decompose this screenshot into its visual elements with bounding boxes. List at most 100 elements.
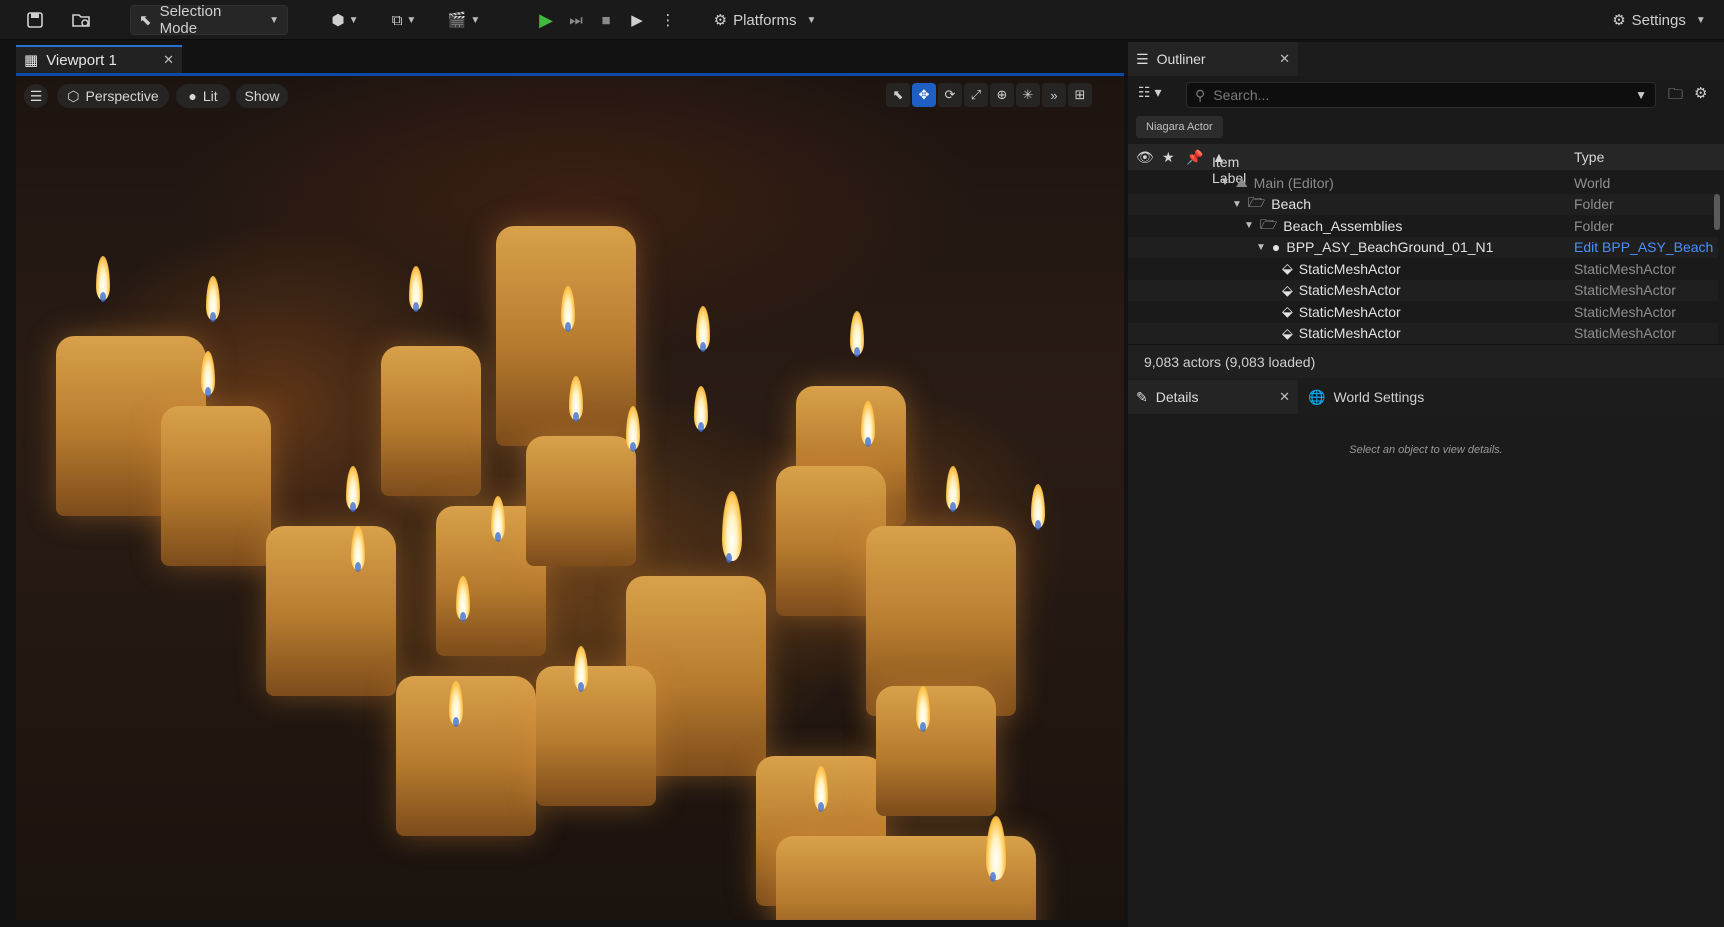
column-item-label[interactable]: Item Label ▲ <box>1212 149 1246 186</box>
more-icon[interactable]: ⋮ <box>660 5 676 35</box>
simulate-icon[interactable]: ▶ <box>622 5 652 35</box>
chevron-down-icon: ▼ <box>806 14 817 26</box>
viewport-icon: ▦ <box>24 52 39 69</box>
perspective-label: Perspective <box>85 88 159 104</box>
cinematics-button[interactable]: 🎬 ▼ <box>444 5 484 35</box>
actor-count-text: 9,083 actors (9,083 loaded) <box>1144 353 1316 370</box>
close-icon[interactable]: ✕ <box>1279 51 1290 67</box>
candle-flame <box>946 466 960 512</box>
row-type: StaticMeshActor <box>1574 325 1676 342</box>
selection-mode-dropdown[interactable]: ⬉ Selection Mode ▼ <box>130 3 288 37</box>
candle-flame <box>626 406 640 452</box>
static-mesh-icon: ⬙ <box>1282 260 1293 277</box>
filter-icon[interactable]: ☷ ▾ <box>1138 84 1161 101</box>
layout-icon[interactable]: ⊞ <box>1068 83 1092 107</box>
translate-icon[interactable]: ✥ <box>912 83 936 107</box>
row-type: World <box>1574 174 1611 191</box>
hamburger-menu-icon[interactable]: ☰ <box>24 84 48 108</box>
candle <box>266 526 396 696</box>
visibility-eye-icon[interactable]: 👁 <box>1136 149 1154 166</box>
chevron-down-icon: ▼ <box>269 14 279 26</box>
tree-row-folder[interactable]: ▼ 🗁 Beach Folder <box>1128 193 1718 215</box>
candle-flame <box>201 351 215 397</box>
viewport-tab-label: Viewport 1 <box>46 51 117 69</box>
surface-snap-icon[interactable]: ✳ <box>1016 83 1040 107</box>
transform-tools: ⬉ ✥ ⟳ ⤢ ⊕ ✳ » ⊞ <box>886 83 1092 109</box>
settings-dropdown[interactable]: ⚙ Settings ▼ <box>1603 5 1715 35</box>
tree-row-static-mesh[interactable]: ⬙ StaticMeshActor StaticMeshActor <box>1128 258 1718 280</box>
row-type: Folder <box>1574 217 1614 234</box>
unreal-editor: ⬉ Selection Mode ▼ ⬢ ▼ ⧉ ▼ 🎬 ▼ ▶ ⏭ ■ ▶ ⋮ ⚙ … <box>0 0 1724 927</box>
content-browser-icon[interactable] <box>66 5 96 35</box>
row-type: StaticMeshActor <box>1574 260 1676 277</box>
settings-label: Settings <box>1631 11 1686 29</box>
row-label: StaticMeshActor <box>1298 260 1401 277</box>
selection-mode-label: Selection Mode <box>159 3 222 37</box>
expand-arrow-icon[interactable]: ▼ <box>1256 242 1266 253</box>
cube-icon: ⬡ <box>67 87 80 104</box>
select-arrow-icon[interactable]: ⬉ <box>886 83 910 107</box>
column-type[interactable]: Type <box>1574 149 1604 165</box>
close-icon[interactable]: ✕ <box>163 52 174 68</box>
scale-icon[interactable]: ⤢ <box>964 83 988 107</box>
rotate-icon[interactable]: ⟳ <box>938 83 962 107</box>
close-icon[interactable]: ✕ <box>1279 389 1290 405</box>
gear-icon[interactable]: ⚙ <box>1694 84 1707 102</box>
settings-gear-icon: ⚙ <box>1612 12 1626 29</box>
show-button[interactable]: Show <box>236 84 288 108</box>
tab-outliner[interactable]: ☰ Outliner ✕ <box>1128 42 1298 76</box>
star-icon[interactable]: ★ <box>1162 149 1175 166</box>
chevron-down-icon[interactable]: ▼ <box>1635 88 1647 102</box>
tree-row-blueprint[interactable]: ▼ ● BPP_ASY_BeachGround_01_N1 Edit BPP_A… <box>1128 236 1718 258</box>
candle-flame <box>986 816 1006 882</box>
pin-icon[interactable]: 📌 <box>1186 149 1203 166</box>
add-folder-icon[interactable]: 🗀 <box>1668 84 1683 109</box>
candle <box>496 226 636 446</box>
blueprint-icon: ⧉ <box>391 11 403 29</box>
tab-details[interactable]: ✎ Details ✕ <box>1128 380 1298 414</box>
add-actor-button[interactable]: ⬢ ▼ <box>325 5 365 35</box>
save-icon[interactable] <box>20 5 50 35</box>
platforms-dropdown[interactable]: ⚙ Platforms ▼ <box>710 5 820 35</box>
row-type: StaticMeshActor <box>1574 282 1676 299</box>
play-icon[interactable]: ▶ <box>531 5 561 35</box>
outliner-search-input[interactable]: ⚲ Search... ▼ <box>1186 82 1656 108</box>
tab-world-settings[interactable]: 🌐 World Settings <box>1300 380 1450 414</box>
tree-row-static-mesh[interactable]: ⬙ StaticMeshActor StaticMeshActor <box>1128 279 1718 301</box>
expand-arrow-icon[interactable]: ▼ <box>1232 199 1242 210</box>
stop-icon[interactable]: ■ <box>591 5 621 35</box>
search-icon: ⚲ <box>1195 86 1206 103</box>
world-local-icon[interactable]: ⊕ <box>990 83 1014 107</box>
folder-icon: 🗁 <box>1247 194 1266 211</box>
expand-arrow-icon[interactable]: ▼ <box>1244 220 1254 231</box>
candle-flame <box>206 276 220 322</box>
add-actor-icon: ⬢ <box>331 12 345 29</box>
outliner-icon: ☰ <box>1136 50 1149 67</box>
tab-viewport[interactable]: ▦ Viewport 1 ✕ <box>16 45 182 73</box>
tree-row-static-mesh[interactable]: ⬙ StaticMeshActor StaticMeshActor <box>1128 301 1718 323</box>
viewport-3d[interactable]: ☰ ⬡ Perspective ● Lit Show ⬉ ✥ ⟳ ⤢ ⊕ ✳ »… <box>16 76 1124 920</box>
world-settings-tab-label: World Settings <box>1333 389 1425 405</box>
lit-button[interactable]: ● Lit <box>176 84 230 108</box>
perspective-button[interactable]: ⬡ Perspective <box>57 84 169 108</box>
outliner-scrollbar[interactable] <box>1714 194 1720 230</box>
tree-row-static-mesh[interactable]: ⬙ StaticMeshActor StaticMeshActor <box>1128 322 1718 344</box>
more-tools-icon[interactable]: » <box>1042 83 1066 107</box>
tree-row-folder[interactable]: ▼ 🗁 Beach_Assemblies Folder <box>1128 215 1718 237</box>
chevron-down-icon: ▼ <box>406 14 417 26</box>
outliner-tab-label: Outliner <box>1156 51 1206 67</box>
main-toolbar: ⬉ Selection Mode ▼ ⬢ ▼ ⧉ ▼ 🎬 ▼ ▶ ⏭ ■ ▶ ⋮ ⚙ … <box>0 0 1724 40</box>
blueprint-actor-icon: ● <box>1271 239 1281 256</box>
show-label: Show <box>244 88 280 104</box>
static-mesh-icon: ⬙ <box>1282 324 1293 341</box>
row-label: StaticMeshActor <box>1298 303 1401 320</box>
tree-row-world[interactable]: ▼ ⛰ Main (Editor) World <box>1128 172 1718 194</box>
edit-blueprint-link[interactable]: Edit BPP_ASY_Beach <box>1574 239 1713 255</box>
row-label: BPP_ASY_BeachGround_01_N1 <box>1286 239 1494 256</box>
blueprint-button[interactable]: ⧉ ▼ <box>384 5 424 35</box>
lit-label: Lit <box>202 88 218 104</box>
filter-chip[interactable]: Niagara Actor <box>1136 116 1223 138</box>
step-icon[interactable]: ⏭ <box>561 5 591 35</box>
row-type: Folder <box>1574 196 1614 213</box>
expand-arrow-icon[interactable]: ▼ <box>1220 177 1230 188</box>
